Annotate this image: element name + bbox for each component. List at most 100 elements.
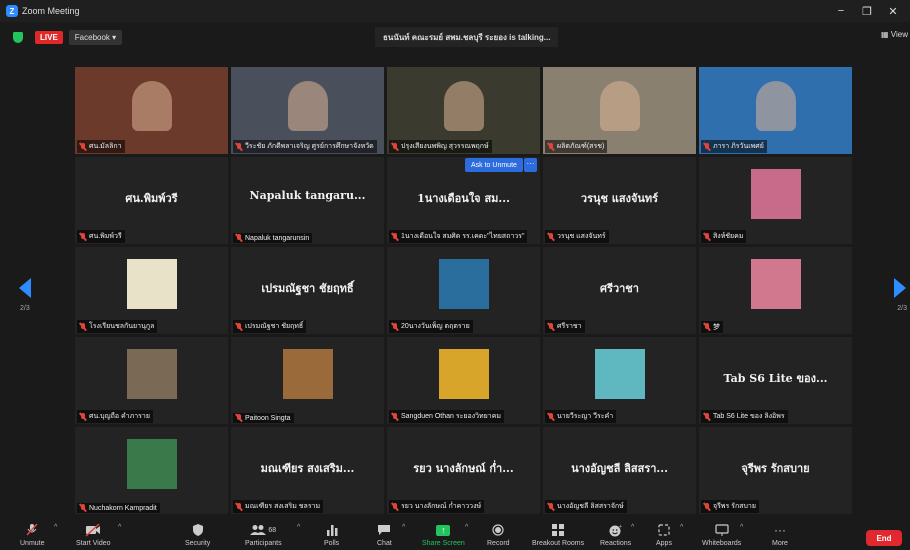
participant-tile[interactable]: โรงเรียนชลกันยานุกูล [75, 247, 228, 334]
window-controls: − ❐ ✕ [828, 0, 906, 22]
participant-name-label: นายวีระญา วีระคำ [545, 410, 617, 423]
active-speaker-banner: ธนนันท์ คณะรมย์ สพม.ชลบุรี ระยอง is talk… [375, 27, 559, 47]
gallery-grid: ศน.มัลลิกา วีระชัย ภักดีพลาเจริญ ศูรย์การ… [75, 67, 852, 515]
participant-name-label: ศน.พิมพ์วรี [77, 230, 125, 243]
start-video-button[interactable]: Start Video [76, 522, 111, 550]
restore-button[interactable]: ❐ [854, 5, 880, 18]
participant-tile[interactable]: จุรีพร รักสบาย จุรีพร รักสบาย [699, 427, 852, 514]
participant-display-name: มณเฑียร สงเสริม... [260, 462, 355, 475]
unmute-button[interactable]: Unmute [20, 522, 45, 550]
participant-tile[interactable]: รยว นางลักษณ์ ก่ำ... รยว นางลักษณ์ ก่ำคาว… [387, 427, 540, 514]
chat-options-caret[interactable]: ^ [402, 524, 405, 531]
participant-tile[interactable]: สิงห์ชัยคม [699, 157, 852, 244]
participant-tile[interactable]: มณเฑียร สงเสริม... มณเฑียร สงเสริม ชลราม [231, 427, 384, 514]
title-bar: Z Zoom Meeting − ❐ ✕ [0, 0, 910, 22]
more-dots-icon: ··· [773, 523, 786, 537]
participant-display-name: Napaluk tangaru... [249, 189, 366, 202]
participant-tile[interactable]: Napaluk tangaru... Napaluk tangarunsin [231, 157, 384, 244]
end-meeting-button[interactable]: End [866, 530, 902, 546]
participant-tile[interactable]: นายวีระญา วีระคำ [543, 337, 696, 424]
participant-tile[interactable]: Nuchakorn Kampradit [75, 427, 228, 514]
participant-tile[interactable]: นางอัญชลี ลิสสรา... นางอัญชลี ลิสสราจักษ์ [543, 427, 696, 514]
record-button[interactable]: Record [487, 522, 510, 550]
participant-name-label: Tab S6 Lite ของ ลิงอิพร [701, 410, 788, 423]
participant-tile[interactable]: ปรุงเสียงนพพิญ สุวรรณพฤกษ์ [387, 67, 540, 154]
close-button[interactable]: ✕ [880, 5, 906, 18]
muted-microphone-icon [25, 522, 39, 538]
participant-tile[interactable]: ผลิตภัณฑ์(สรช) [543, 67, 696, 154]
breakout-rooms-button[interactable]: Breakout Rooms [532, 522, 584, 550]
chat-button[interactable]: Chat [377, 522, 392, 550]
participant-avatar [126, 439, 177, 489]
audio-options-caret[interactable]: ^ [54, 524, 57, 531]
muted-microphone-icon [80, 322, 86, 331]
participants-options-caret[interactable]: ^ [297, 524, 300, 531]
muted-microphone-icon [704, 232, 710, 241]
muted-microphone-icon [80, 142, 86, 151]
svg-text:+: + [619, 524, 622, 530]
minimize-button[interactable]: − [828, 5, 854, 17]
next-page-arrow-icon[interactable] [894, 278, 906, 298]
participant-name: Paitoon Singta [245, 414, 291, 422]
participant-more-button[interactable]: ··· [524, 158, 537, 172]
record-icon [492, 522, 504, 538]
muted-microphone-icon [548, 142, 554, 151]
participant-display-name: จุรีพร รักสบาย [741, 462, 810, 475]
participant-tile[interactable]: ศรีวาชาศรีราชา [543, 247, 696, 334]
video-options-caret[interactable]: ^ [118, 524, 121, 531]
ask-to-unmute-button[interactable]: Ask to Unmute [465, 158, 523, 172]
polls-button[interactable]: Polls [324, 522, 339, 550]
participant-avatar [282, 349, 333, 399]
participant-avatar [750, 169, 801, 219]
muted-microphone-icon [704, 323, 710, 331]
apps-button[interactable]: Apps [656, 522, 672, 550]
participant-name: ศน.พิมพ์วรี [89, 233, 122, 240]
participant-name-label: ศรีราชา [545, 320, 585, 333]
live-target-dropdown[interactable]: Facebook ▾ [68, 29, 123, 45]
share-screen-button[interactable]: ↑ Share Screen [422, 522, 465, 550]
participant-tile[interactable]: Paitoon Singta [231, 337, 384, 424]
reactions-options-caret[interactable]: ^ [631, 524, 634, 531]
participant-tile[interactable]: Sangduen Othan ระยองวิทยาคม [387, 337, 540, 424]
participant-tile[interactable]: ศน.พิมพ์วรี ศน.พิมพ์วรี [75, 157, 228, 244]
previous-page-arrow-icon[interactable] [19, 278, 31, 298]
participant-tile[interactable]: เปรมณัฐชา ชัยฤทธิ์ เปรมณัฐชา ชัยฤทธิ์ [231, 247, 384, 334]
reactions-button[interactable]: + Reactions [600, 522, 631, 550]
smiley-plus-icon: + [609, 522, 623, 538]
video-off-icon [85, 522, 101, 538]
more-button[interactable]: ··· More [772, 522, 788, 550]
participant-name: ศน.บุญถือ คำภาราย [89, 413, 150, 420]
meeting-toolbar: Unmute ^ Start Video ^ Security 68 Parti… [0, 518, 910, 550]
share-arrow-icon: ↑ [436, 524, 451, 536]
participant-tile[interactable]: ศน.บุญถือ คำภาราย [75, 337, 228, 424]
participant-name-label: จุรีพร รักสบาย [701, 500, 759, 513]
view-button[interactable]: ▦ View [881, 30, 908, 39]
live-badge[interactable]: LIVE [35, 30, 63, 44]
participant-avatar [438, 259, 489, 309]
participants-button[interactable]: 68 Participants [245, 522, 282, 550]
participant-tile[interactable]: วีระชัย ภักดีพลาเจริญ ศูรย์การศึกษาจังหว… [231, 67, 384, 154]
whiteboards-options-caret[interactable]: ^ [740, 524, 743, 531]
security-button[interactable]: Security [185, 522, 210, 550]
muted-microphone-icon [704, 502, 710, 511]
participant-name: สิงห์ชัยคม [713, 233, 744, 240]
security-shield-icon[interactable] [13, 31, 23, 43]
participant-display-name: ศรีวาชา [600, 282, 639, 295]
participant-name: ผลิตภัณฑ์(สรช) [557, 143, 605, 150]
participant-name-label: วรนุช แสงจันทร์ [545, 230, 609, 243]
apps-options-caret[interactable]: ^ [680, 524, 683, 531]
participant-tile[interactable]: วรนุช แสงจันทร์ วรนุช แสงจันทร์ [543, 157, 696, 244]
zoom-logo-icon: Z [6, 5, 18, 17]
participant-tile[interactable]: ภารา ภิรวันเพศย์ [699, 67, 852, 154]
participant-tile[interactable]: 梦 [699, 247, 852, 334]
participant-display-name: ศน.พิมพ์วรี [125, 192, 178, 205]
muted-microphone-icon [392, 232, 398, 241]
participant-name: รยว นางลักษณ์ ก่ำคาววงษ์ [401, 503, 482, 510]
participant-tile[interactable]: Tab S6 Lite ของ... Tab S6 Lite ของ ลิงอิพ… [699, 337, 852, 424]
share-options-caret[interactable]: ^ [465, 524, 468, 531]
participant-display-name: 1นางเดือนใจ สม... [417, 192, 510, 205]
participant-video [443, 81, 484, 131]
whiteboards-button[interactable]: Whiteboards [702, 522, 741, 550]
participant-tile[interactable]: 20นางวันเพ็ญ ตฤตราย [387, 247, 540, 334]
participant-tile[interactable]: ศน.มัลลิกา [75, 67, 228, 154]
